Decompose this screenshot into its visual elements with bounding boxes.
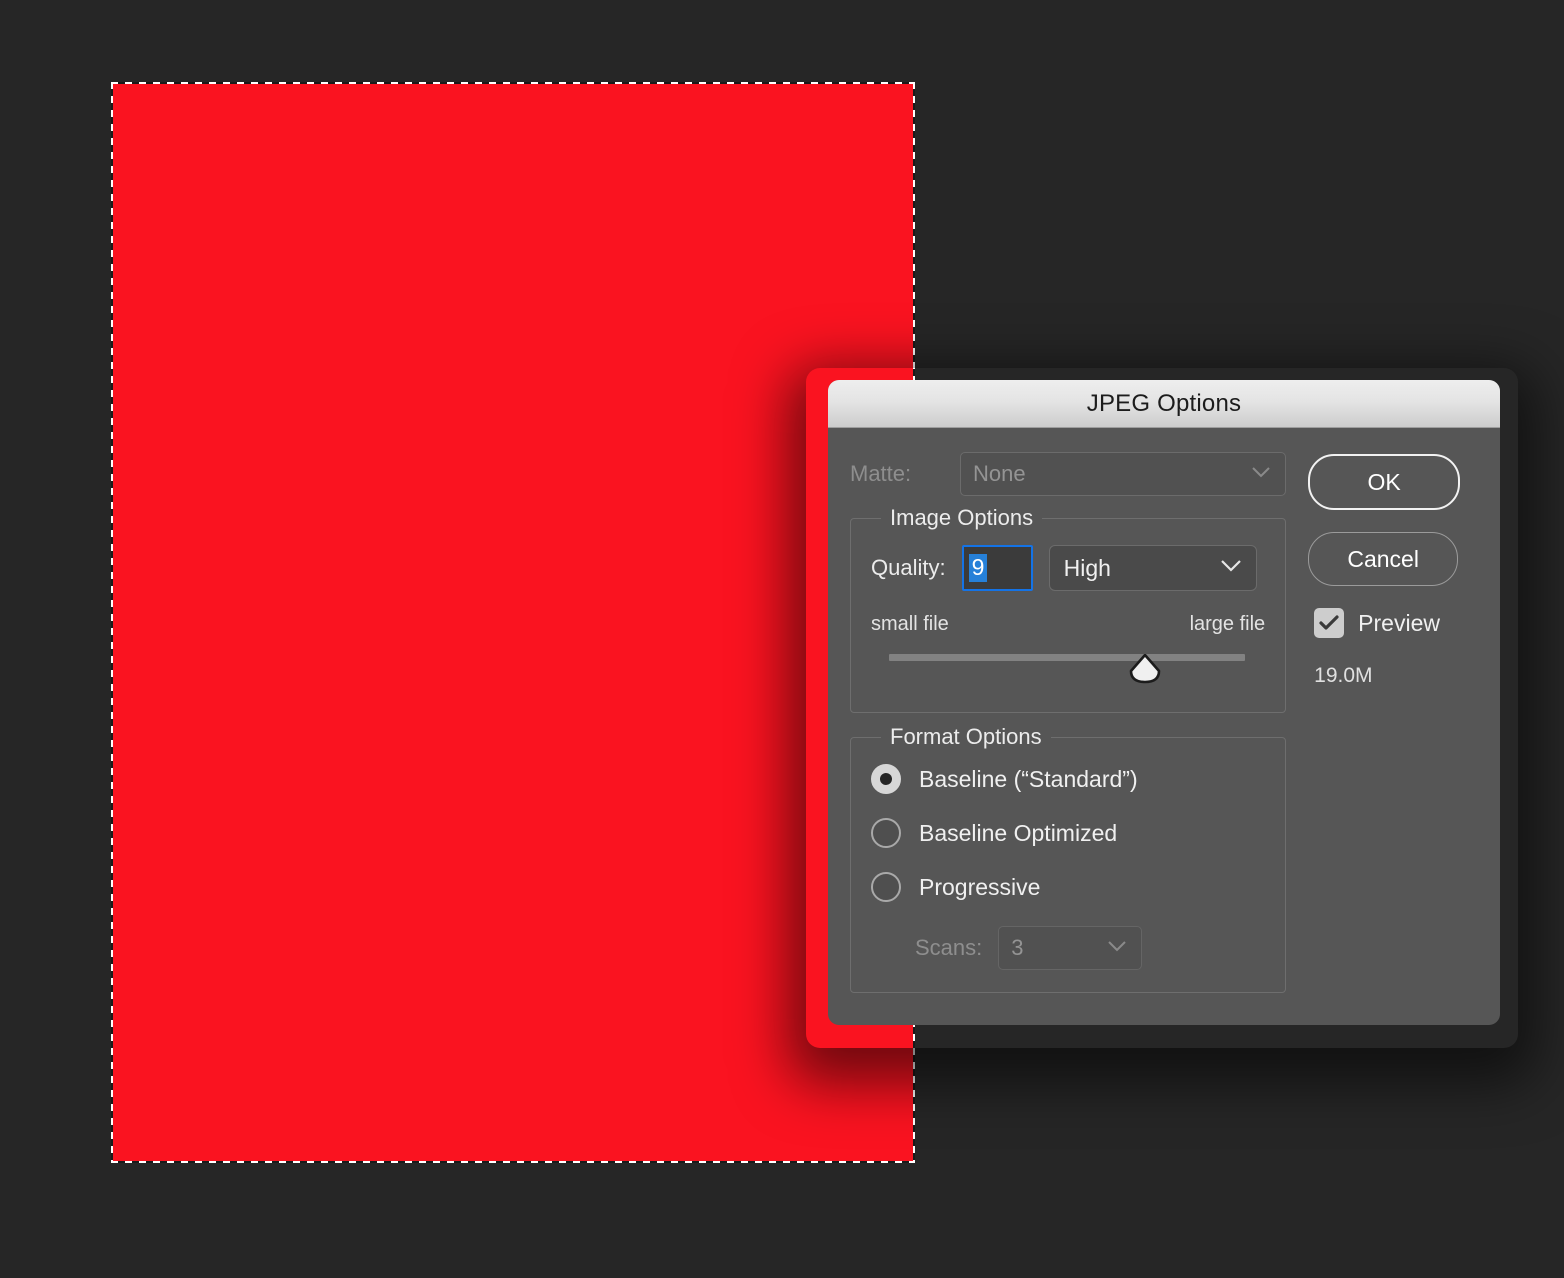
scans-value: 3 (1011, 935, 1024, 960)
cancel-button-label: Cancel (1347, 545, 1419, 572)
quality-preset-dropdown[interactable]: High (1048, 545, 1257, 591)
chevron-down-icon (1220, 559, 1242, 577)
radio-progressive[interactable]: Progressive (871, 872, 1265, 902)
format-options-legend: Format Options (881, 724, 1051, 750)
selection-edge-bottom (111, 1161, 915, 1163)
canvas-artwork-red-fill[interactable] (113, 84, 913, 1161)
radio-selected-icon[interactable] (871, 764, 901, 794)
jpeg-options-dialog: JPEG Options Matte: None Image Options Q… (828, 380, 1500, 1025)
scans-dropdown[interactable]: 3 (998, 926, 1143, 970)
quality-row: Quality: 9 High (871, 545, 1265, 591)
dialog-body: Matte: None Image Options Quality: 9 Hig… (828, 428, 1500, 1025)
quality-slider-thumb[interactable] (1128, 653, 1162, 684)
preview-label: Preview (1358, 609, 1440, 636)
slider-min-label: small file (871, 613, 949, 635)
slider-labels: small file large file (871, 613, 1265, 636)
image-options-legend: Image Options (881, 505, 1043, 531)
chevron-down-icon (1251, 465, 1271, 483)
canvas-document[interactable] (111, 82, 915, 1163)
controls-column: Matte: None Image Options Quality: 9 Hig… (850, 452, 1287, 1017)
file-size-estimate: 19.0M (1314, 664, 1373, 687)
scans-row: Scans: 3 (871, 926, 1265, 970)
dialog-titlebar[interactable]: JPEG Options (828, 380, 1500, 428)
scans-label: Scans: (915, 935, 983, 960)
radio-unselected-icon[interactable] (871, 818, 901, 848)
quality-label: Quality: (871, 555, 946, 580)
radio-baseline-standard[interactable]: Baseline (“Standard”) (871, 764, 1265, 794)
matte-row: Matte: None (850, 452, 1287, 496)
quality-preset-value: High (1063, 554, 1111, 581)
quality-input[interactable]: 9 (961, 545, 1033, 591)
quality-slider-track[interactable] (889, 654, 1246, 661)
slider-max-label: large file (1189, 613, 1266, 635)
ok-button-label: OK (1367, 468, 1401, 495)
cancel-button[interactable]: Cancel (1308, 532, 1459, 586)
selection-edge-top (111, 82, 915, 84)
format-options-group: Format Options Baseline (“Standard”) Bas… (850, 724, 1287, 993)
radio-label: Progressive (919, 873, 1041, 900)
matte-dropdown[interactable]: None (960, 452, 1287, 496)
ok-button[interactable]: OK (1308, 454, 1461, 510)
radio-label: Baseline Optimized (919, 819, 1118, 846)
radio-unselected-icon[interactable] (871, 872, 901, 902)
matte-value: None (973, 461, 1026, 486)
image-options-group: Image Options Quality: 9 High small file… (850, 505, 1287, 713)
preview-row[interactable]: Preview (1308, 608, 1478, 638)
dialog-title: JPEG Options (1086, 389, 1242, 417)
buttons-column: OK Cancel Preview 19.0M (1286, 452, 1478, 1017)
radio-baseline-optimized[interactable]: Baseline Optimized (871, 818, 1265, 848)
quality-input-value: 9 (968, 554, 988, 582)
matte-label: Matte: (850, 461, 912, 486)
selection-edge-left (111, 82, 113, 1163)
check-icon (1319, 615, 1339, 630)
radio-label: Baseline (“Standard”) (919, 765, 1138, 792)
dialog-columns: Matte: None Image Options Quality: 9 Hig… (828, 428, 1500, 1017)
chevron-down-icon (1107, 939, 1127, 957)
preview-checkbox[interactable] (1314, 608, 1345, 638)
quality-slider[interactable] (889, 648, 1246, 692)
